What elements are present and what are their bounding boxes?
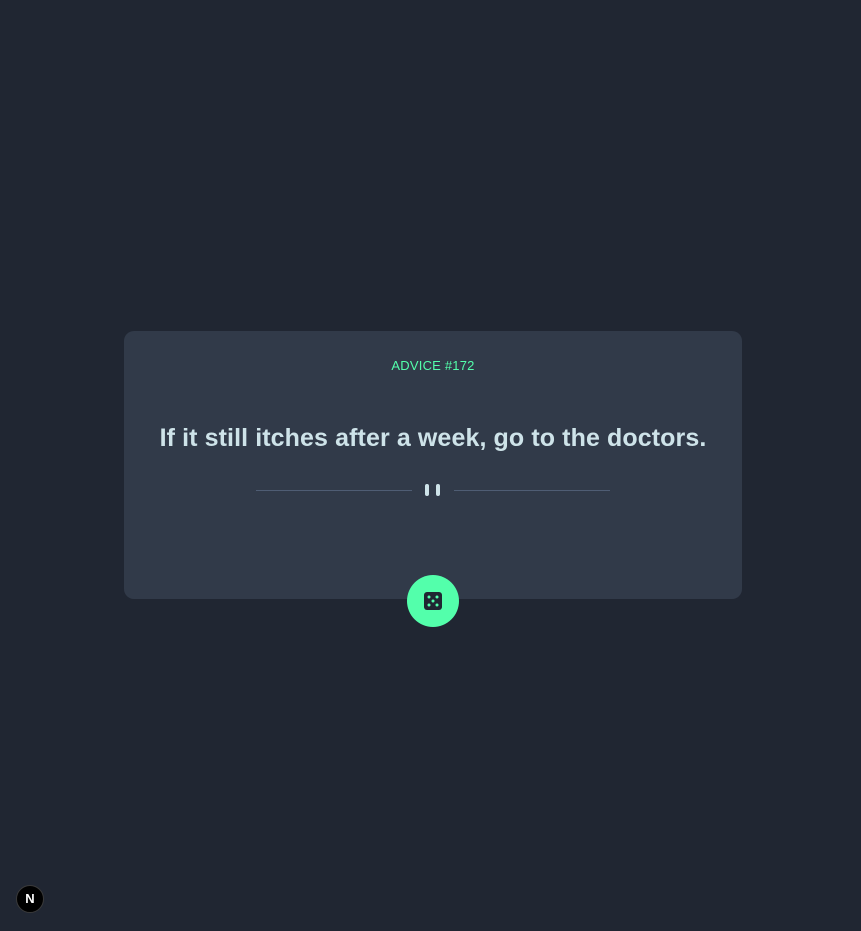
pause-icon-bar-right: [436, 484, 440, 496]
generate-advice-button[interactable]: [407, 575, 459, 627]
advice-card: ADVICE #172 If it still itches after a w…: [124, 331, 742, 599]
divider-line-left: [256, 490, 412, 491]
nextjs-dev-indicator[interactable]: N: [16, 885, 44, 913]
nextjs-logo-icon: N: [25, 891, 35, 906]
pause-icon-bar-left: [425, 484, 429, 496]
dice-icon: [424, 592, 442, 610]
divider-line-right: [454, 490, 610, 491]
advice-id-label: ADVICE #172: [391, 358, 475, 373]
pattern-divider: [254, 481, 612, 499]
advice-quote: If it still itches after a week, go to t…: [159, 424, 707, 452]
